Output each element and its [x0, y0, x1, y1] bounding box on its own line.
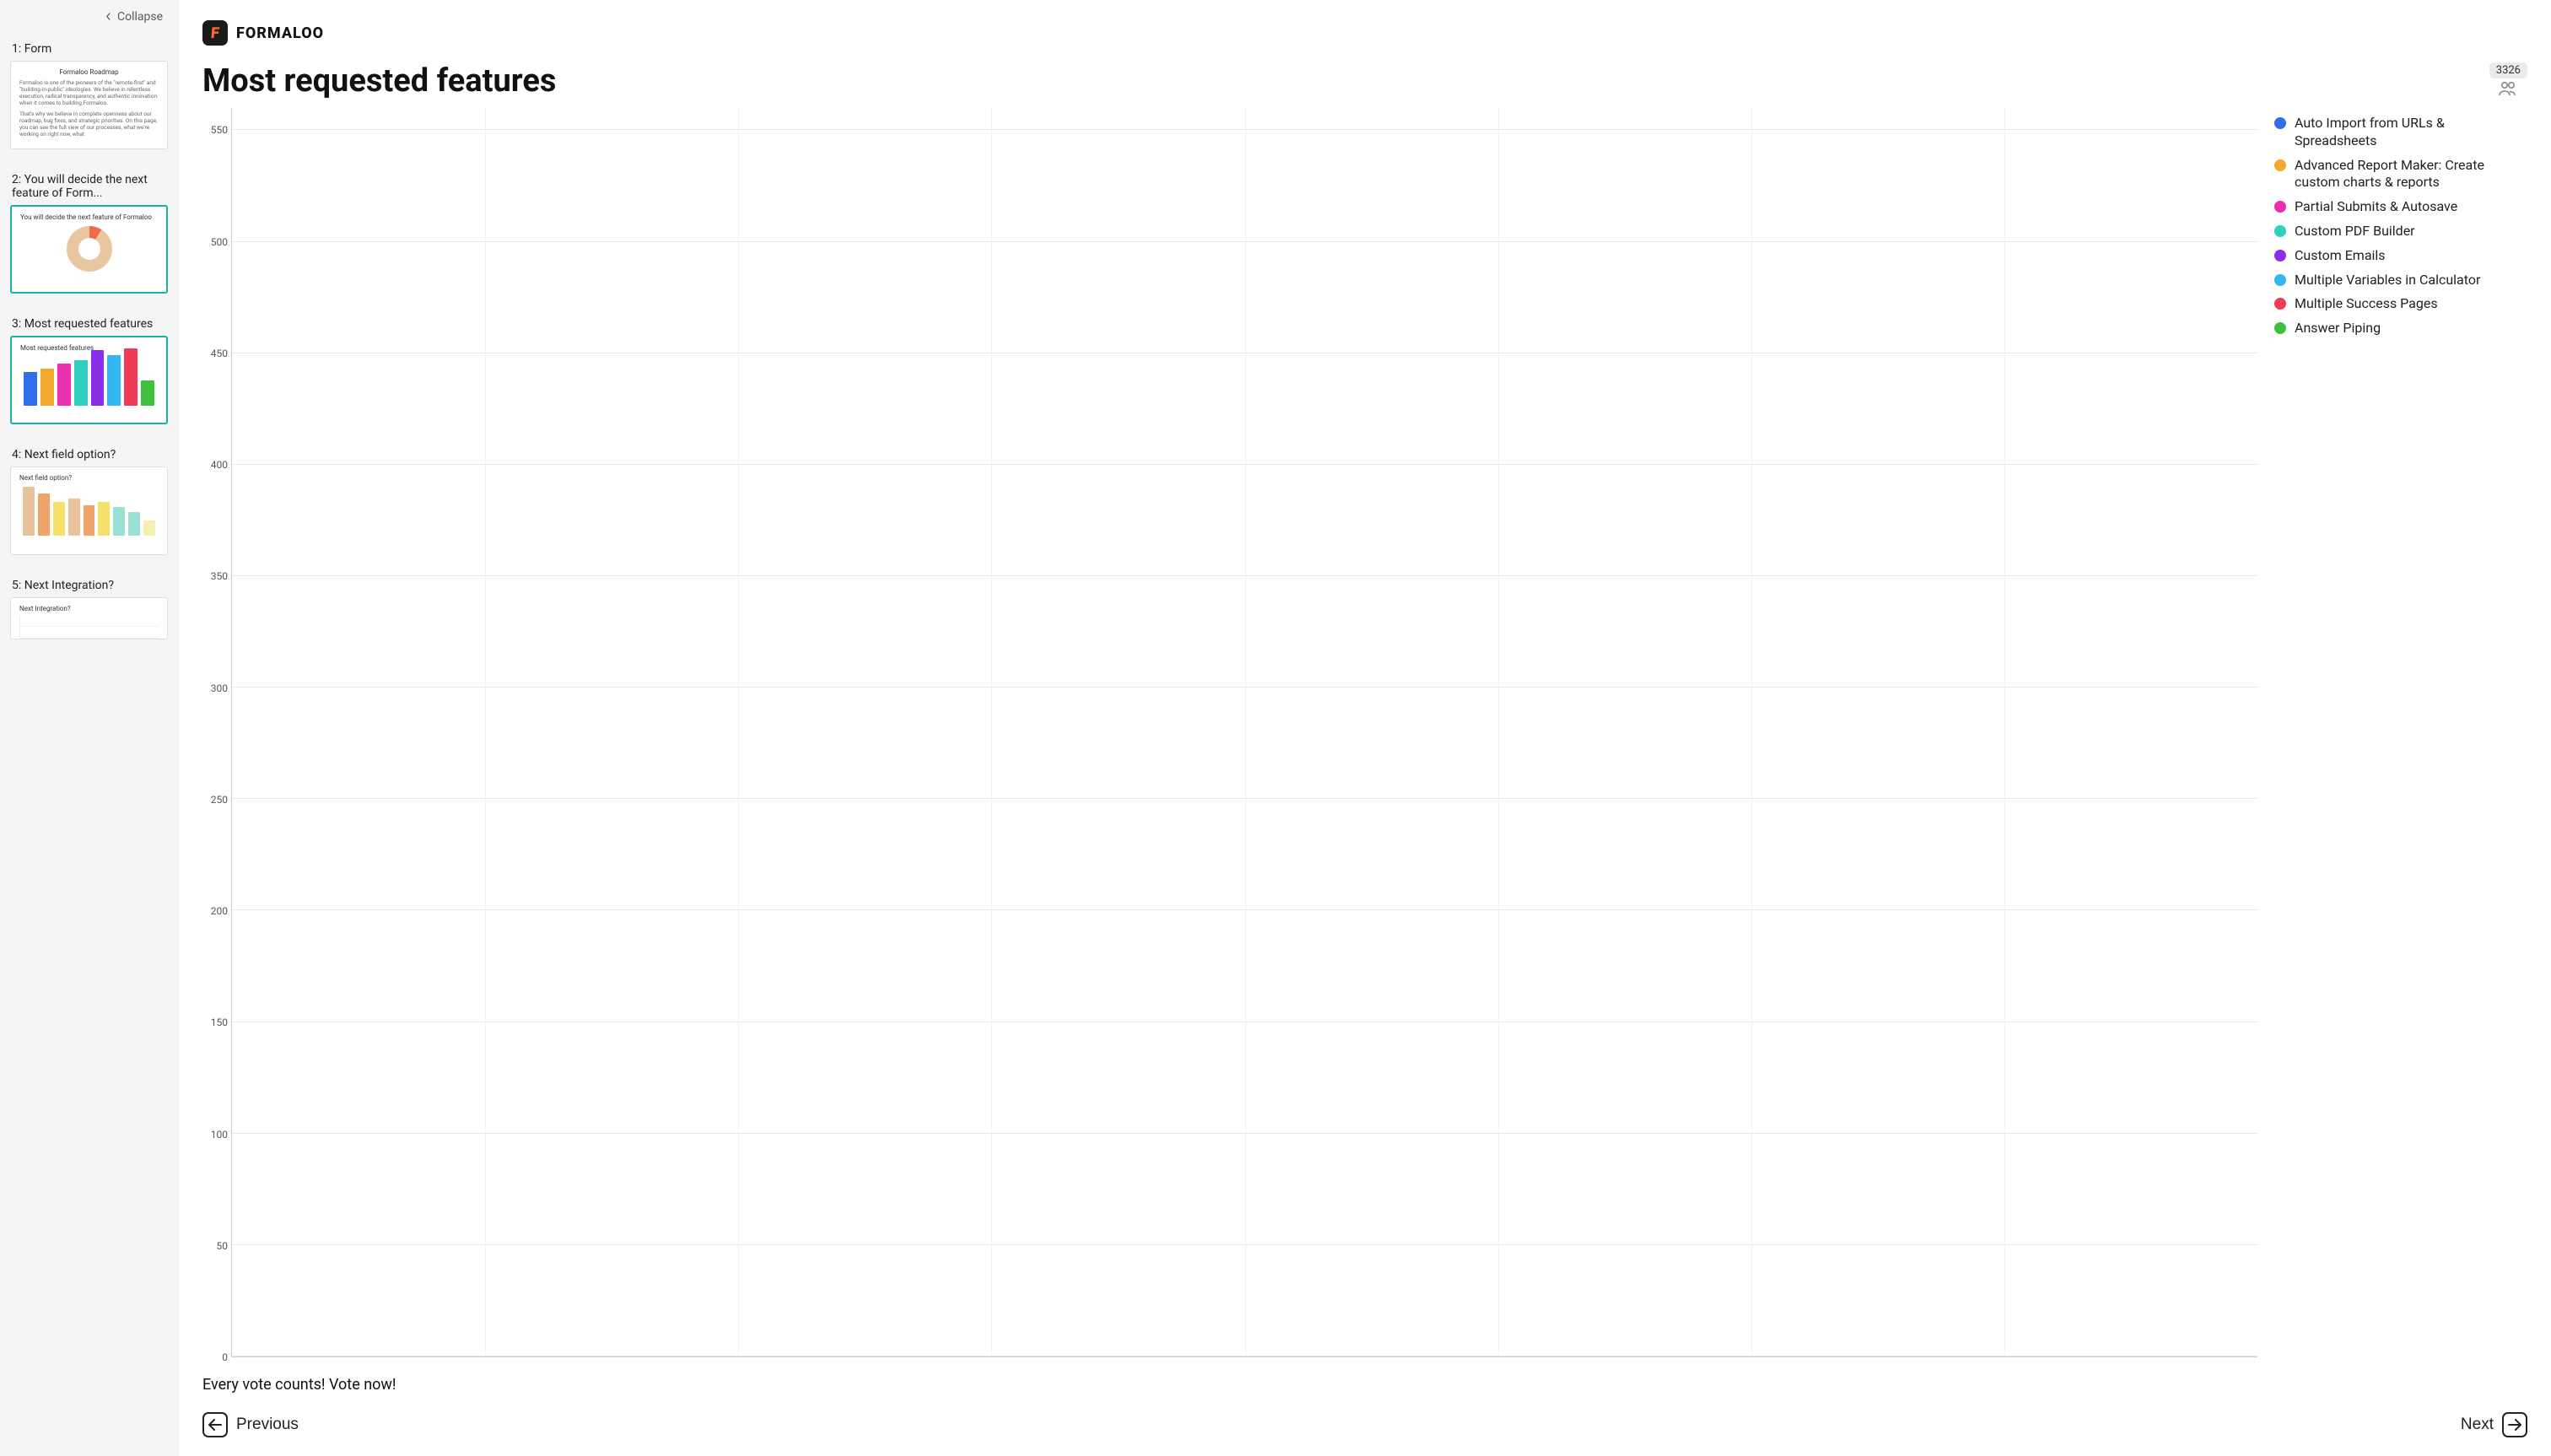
caption: Every vote counts! Vote now! [202, 1376, 2527, 1394]
thumb-form: Formaloo Roadmap Formaloo is one of the … [10, 61, 168, 149]
legend-dot-icon [2274, 298, 2286, 310]
y-tick-label: 300 [211, 682, 228, 694]
main-content: F FORMALOO Most requested features 3326 … [179, 0, 2551, 1456]
legend-dot-icon [2274, 274, 2286, 286]
legend-item[interactable]: Answer Piping [2274, 320, 2527, 337]
legend-label: Auto Import from URLs & Spreadsheets [2295, 115, 2527, 150]
legend-label: Custom Emails [2295, 247, 2386, 265]
bar-value-label: 351 [599, 1356, 625, 1374]
bar-chart: 050100150200250300350400450500550 324351… [202, 108, 2257, 1357]
sidebar-item-decide[interactable]: 2: You will decide the next feature of F… [0, 159, 178, 304]
y-tick-label: 450 [211, 348, 228, 359]
legend-label: Partial Submits & Autosave [2295, 198, 2457, 216]
sidebar-item-title: 1: Form [12, 42, 166, 56]
thumb-most-requested: Most requested features [10, 336, 168, 424]
thumb-next-integration: Next Integration? [10, 597, 168, 639]
chevron-left-icon [105, 10, 112, 24]
legend-dot-icon [2274, 322, 2286, 334]
arrow-right-icon [2502, 1412, 2527, 1437]
legend-dot-icon [2274, 201, 2286, 213]
bar-value-label: 403 [852, 1356, 878, 1374]
collapse-label: Collapse [117, 10, 163, 24]
collapse-button[interactable]: Collapse [0, 0, 178, 29]
y-tick-label: 100 [211, 1129, 228, 1141]
legend-item[interactable]: Partial Submits & Autosave [2274, 198, 2527, 216]
thumb-decide: You will decide the next feature of Form… [10, 205, 168, 294]
legend-dot-icon [2274, 117, 2286, 129]
sidebar-item-most-requested[interactable]: 3: Most requested features Most requeste… [0, 304, 178, 434]
bar-value-label: 540 [1358, 1356, 1384, 1374]
legend-item[interactable]: Auto Import from URLs & Spreadsheets [2274, 115, 2527, 150]
users-icon [2498, 80, 2518, 100]
next-label: Next [2461, 1416, 2494, 1434]
thumb-next-field: Next field option? [10, 466, 168, 555]
legend-item[interactable]: Custom Emails [2274, 247, 2527, 265]
legend-dot-icon [2274, 159, 2286, 171]
sidebar-item-title: 4: Next field option? [12, 448, 166, 461]
brand-logo-icon: F [202, 20, 228, 46]
legend: Auto Import from URLs & Spreadsheets Adva… [2274, 108, 2527, 1357]
footer-nav: Previous Next [202, 1405, 2527, 1446]
next-button[interactable]: Next [2461, 1412, 2527, 1437]
bar-value-label: 557 [1864, 1356, 1890, 1374]
previous-label: Previous [236, 1416, 299, 1434]
previous-button[interactable]: Previous [202, 1412, 299, 1437]
page-title: Most requested features [202, 62, 556, 100]
count-value: 3326 [2489, 62, 2527, 78]
legend-dot-icon [2274, 225, 2286, 237]
legend-item[interactable]: Custom PDF Builder [2274, 223, 2527, 240]
y-tick-label: 350 [211, 570, 228, 582]
legend-item[interactable]: Multiple Success Pages [2274, 295, 2527, 313]
sidebar-item-next-field[interactable]: 4: Next field option? Next field option? [0, 434, 178, 565]
y-tick-label: 500 [211, 236, 228, 248]
legend-label: Custom PDF Builder [2295, 223, 2415, 240]
legend-label: Multiple Success Pages [2295, 295, 2438, 313]
legend-item[interactable]: Multiple Variables in Calculator [2274, 272, 2527, 289]
brand-name: FORMALOO [236, 24, 324, 42]
y-tick-label: 250 [211, 794, 228, 806]
bar-value-label: 233 [2118, 1356, 2144, 1374]
donut-icon [67, 226, 112, 272]
brand: F FORMALOO [202, 20, 2527, 46]
respondent-count: 3326 [2489, 62, 2527, 100]
legend-label: Advanced Report Maker: Create custom cha… [2295, 157, 2527, 192]
sidebar: Collapse 1: Form Formaloo Roadmap Formal… [0, 0, 179, 1456]
bar-value-label: 488 [1611, 1356, 1637, 1374]
legend-label: Multiple Variables in Calculator [2295, 272, 2480, 289]
y-tick-label: 50 [217, 1240, 229, 1252]
legend-dot-icon [2274, 250, 2286, 262]
bar-value-label: 324 [346, 1356, 372, 1374]
sidebar-item-title: 3: Most requested features [12, 317, 166, 331]
y-tick-label: 550 [211, 124, 228, 136]
legend-label: Answer Piping [2295, 320, 2381, 337]
sidebar-item-title: 5: Next Integration? [12, 579, 166, 592]
arrow-left-icon [202, 1412, 228, 1437]
sidebar-item-form[interactable]: 1: Form Formaloo Roadmap Formaloo is one… [0, 29, 178, 159]
y-tick-label: 150 [211, 1017, 228, 1028]
bar-value-label: 430 [1105, 1356, 1131, 1374]
legend-item[interactable]: Advanced Report Maker: Create custom cha… [2274, 157, 2527, 192]
y-tick-label: 400 [211, 459, 228, 471]
y-tick-label: 0 [222, 1351, 228, 1363]
sidebar-item-next-integration[interactable]: 5: Next Integration? Next Integration? [0, 565, 178, 650]
sidebar-item-title: 2: You will decide the next feature of F… [12, 173, 166, 200]
y-tick-label: 200 [211, 905, 228, 917]
